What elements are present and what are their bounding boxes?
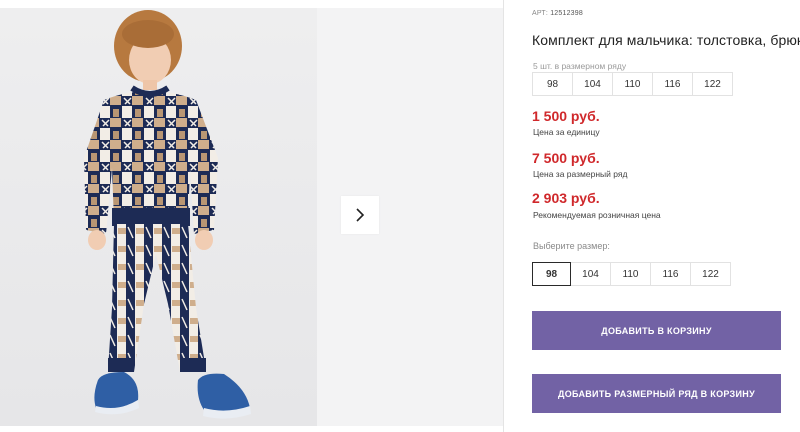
chevron-right-icon	[356, 208, 365, 222]
product-photo[interactable]	[0, 8, 317, 426]
size-row-item: 116	[652, 72, 693, 96]
product-title: Комплект для мальчика: толстовка, брюки	[532, 32, 800, 48]
size-row-price: 7 500 руб.	[532, 150, 600, 166]
product-gallery	[0, 0, 503, 432]
vertical-divider	[503, 0, 504, 432]
child-outfit-illustration	[84, 10, 251, 419]
next-photo-button[interactable]	[341, 196, 379, 234]
add-to-cart-button[interactable]: ДОБАВИТЬ В КОРЗИНУ	[532, 311, 781, 350]
add-size-row-to-cart-button[interactable]: ДОБАВИТЬ РАЗМЕРНЫЙ РЯД В КОРЗИНУ	[532, 374, 781, 413]
size-row-item: 98	[532, 72, 573, 96]
article-number: АРТ: 12512398	[532, 10, 583, 17]
size-option-116[interactable]: 116	[650, 262, 691, 286]
size-option-98[interactable]: 98	[532, 262, 571, 286]
unit-price-label: Цена за единицу	[533, 127, 600, 137]
retail-price-label: Рекомендуемая розничная цена	[533, 210, 661, 220]
size-option-122[interactable]: 122	[690, 262, 731, 286]
unit-price: 1 500 руб.	[532, 108, 600, 124]
size-row-note: 5 шт. в размерном ряду	[533, 61, 627, 71]
size-option-110[interactable]: 110	[610, 262, 651, 286]
article-value: 12512398	[550, 10, 583, 17]
article-label: АРТ:	[532, 10, 549, 17]
size-row-item: 110	[612, 72, 653, 96]
choose-size-label: Выберите размер:	[533, 241, 610, 251]
size-row-item: 122	[692, 72, 733, 96]
size-row-price-label: Цена за размерный ряд	[533, 169, 628, 179]
size-row-list: 98 104 110 116 122	[532, 72, 733, 96]
size-row-item: 104	[572, 72, 613, 96]
size-picker: 98 104 110 116 122	[532, 262, 731, 286]
retail-price: 2 903 руб.	[532, 190, 600, 206]
size-option-104[interactable]: 104	[570, 262, 611, 286]
